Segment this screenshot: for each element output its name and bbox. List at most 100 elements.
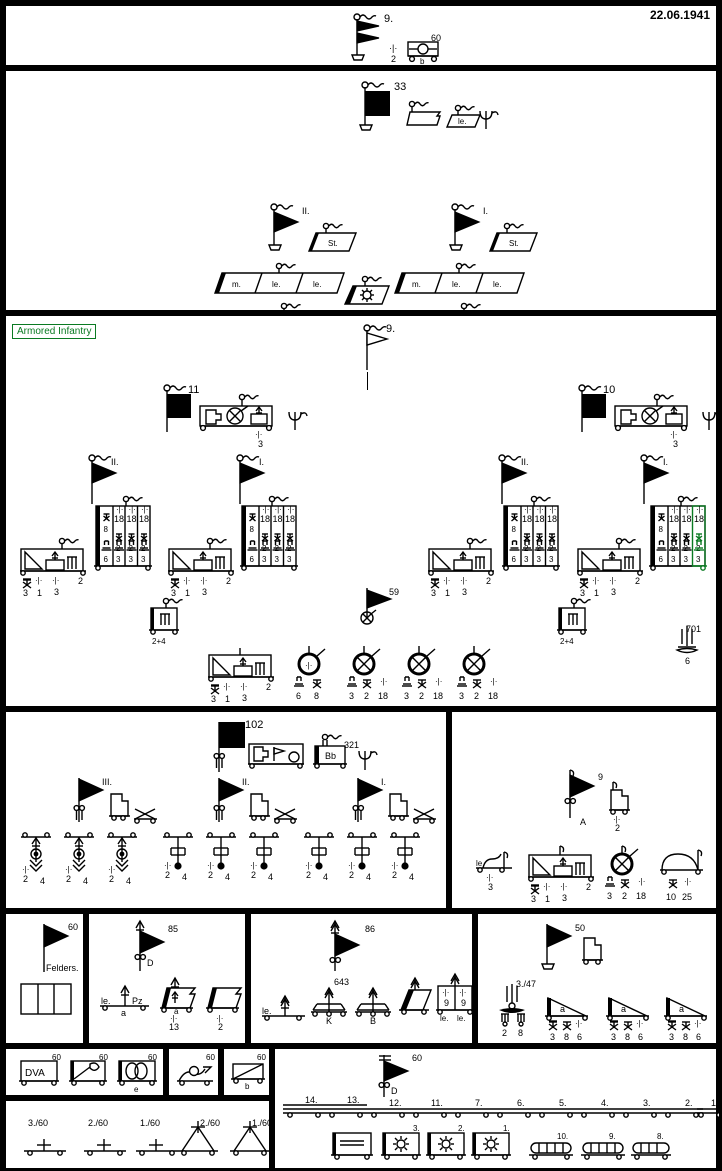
rgt10-hq-halftrack: [611, 393, 693, 436]
rgt11-signals-antenna-icon: [284, 408, 310, 434]
svg-text:le.: le.: [457, 1014, 465, 1023]
rgt10-heavy-company-label: 2+4: [560, 637, 574, 646]
svg-text:2: 2: [23, 874, 28, 884]
at50-number: 50: [575, 923, 586, 933]
svg-text:3: 3: [531, 894, 536, 904]
svg-text:2: 2: [226, 576, 231, 586]
svg-text:18: 18: [114, 514, 124, 524]
svg-text:3: 3: [580, 588, 585, 598]
eng85-number: 85: [168, 924, 179, 934]
svg-text:18: 18: [669, 514, 679, 524]
svg-text:le.: le.: [313, 280, 321, 289]
rgt10-hq-sub-num: 3: [673, 439, 679, 449]
svg-text:8: 8: [625, 1032, 630, 1042]
svg-text:·|·: ·|·: [549, 505, 556, 514]
svg-text:6.: 6.: [517, 1098, 525, 1108]
section-medical-60: 3./60 2./60 1./60 2./60 1./60: [3, 1098, 272, 1168]
aa59-battery-3: 3 2 ·|· 18: [401, 644, 459, 702]
svg-text:·|·: ·|·: [391, 861, 398, 870]
svg-text:6: 6: [104, 555, 109, 564]
svc-mp-number: 60: [257, 1053, 266, 1062]
svg-text:·|·: ·|·: [636, 1019, 643, 1028]
svg-text:a: a: [560, 1004, 565, 1014]
svg-text:·|·: ·|·: [141, 505, 148, 514]
svg-text:7.: 7.: [475, 1098, 483, 1108]
svg-text:2: 2: [306, 870, 311, 880]
svg-text:St.: St.: [509, 239, 519, 248]
recon-flag-sub-dots: ·|·: [389, 43, 398, 53]
br86-bridge-K: K: [307, 982, 355, 1026]
svg-text:13.: 13.: [347, 1095, 360, 1105]
svg-text:·|·: ·|·: [459, 988, 466, 997]
svg-text:·|·: ·|·: [537, 505, 544, 514]
svg-text:2.: 2.: [685, 1098, 693, 1108]
svg-text:·|·: ·|·: [240, 682, 247, 691]
svg-text:6: 6: [659, 555, 664, 564]
svg-text:3: 3: [696, 555, 701, 564]
rgt10-heavy-company: [554, 597, 592, 640]
svg-text:·|·: ·|·: [129, 505, 136, 514]
svg-text:1: 1: [37, 588, 42, 598]
svg-text:2: 2: [109, 874, 114, 884]
svg-text:·|·: ·|·: [684, 877, 691, 886]
rgt11-bn2-support-vals: 3 ·|· 1 ·|· 3 2: [18, 574, 92, 598]
rgt11-bn2-roman: II.: [111, 457, 119, 467]
supply60-workshop-0: [330, 1131, 378, 1165]
supply60-columns-row: 14. 13. 12. 11. 7. 6. 5. 4. 3. 2. 1.: [277, 1095, 719, 1129]
svg-text:8: 8: [104, 525, 109, 534]
rgt33-number: 33: [394, 81, 407, 93]
aa59-battery-2: 3 2 ·|· 18: [346, 644, 404, 702]
art102-bn1-roman: I.: [381, 777, 387, 787]
svg-text:2: 2: [486, 576, 491, 586]
rgt10-bn1-roman: I.: [663, 457, 669, 467]
svg-text:3: 3: [116, 555, 121, 564]
flak9-number: 9: [598, 772, 604, 782]
aa59-battery-4: 3 2 ·|· 18: [456, 644, 514, 702]
br86-pioneer-company: [397, 974, 437, 1022]
svg-text:e: e: [134, 1085, 139, 1094]
supply60-workshop-3-label: 3.: [413, 1124, 420, 1133]
svg-text:·|·: ·|·: [275, 505, 282, 514]
svg-text:3: 3: [404, 691, 409, 701]
svg-text:·|·: ·|·: [443, 576, 450, 585]
date-label: 22.06.1941: [649, 8, 710, 22]
svg-text:4: 4: [83, 876, 88, 886]
supply60-fuel-9: [580, 1139, 630, 1167]
at50-company-1: a 3 8 ·|· 6: [542, 994, 598, 1042]
svg-text:·|·: ·|·: [108, 865, 115, 874]
br86-bridge-columns: ·|· 9 ·|· 9 le. le.: [433, 972, 481, 1024]
svg-text:18: 18: [547, 514, 557, 524]
svg-text:·|·: ·|·: [592, 576, 599, 585]
svg-text:·|·: ·|·: [575, 1019, 582, 1028]
svg-text:·|·: ·|·: [262, 505, 269, 514]
med-3-60-label: 3./60: [28, 1118, 49, 1128]
rgt33-bn1-roman: I.: [483, 206, 489, 216]
svg-text:3: 3: [242, 693, 247, 703]
recon-flag-number: 9.: [384, 13, 394, 25]
art102-bn3-roman: III.: [102, 777, 113, 787]
svg-text:le.: le.: [440, 1014, 448, 1023]
art102-antenna-icon: [354, 748, 380, 774]
svg-text:4: 4: [268, 872, 273, 882]
svg-text:3: 3: [611, 587, 616, 597]
svg-text:·|·: ·|·: [183, 576, 190, 585]
recon-car-number: 60: [431, 33, 442, 43]
svg-text:a: a: [621, 1004, 626, 1014]
svg-text:18: 18: [522, 514, 532, 524]
svg-text:8: 8: [659, 525, 664, 534]
svg-text:4: 4: [126, 876, 131, 886]
svg-text:2: 2: [615, 823, 620, 833]
felders60-companies-block: [19, 982, 75, 1016]
recon-flag-group: [350, 13, 411, 63]
supply60-workshop-1: [470, 1131, 518, 1165]
section-supply-60: 60 D 14. 13. 12. 11. 7. 6. 5. 4. 3. 2. 1…: [272, 1046, 719, 1168]
svg-text:le.: le.: [452, 280, 460, 289]
recon-car-sub: b: [420, 57, 425, 66]
section-armored-infantry: Armored Infantry 9. 11 ·|· 3 II. 8 6 ·|·…: [3, 313, 719, 709]
svg-text:3: 3: [459, 691, 464, 701]
section-engineer-85: 85 D le. Pz a a ·|· 13 ·|· 2: [86, 911, 248, 1046]
eng85-company-1: a ·|· 13: [157, 974, 205, 1032]
rgt11-heavy-company-label: 2+4: [152, 637, 166, 646]
at50-truck: [581, 936, 613, 972]
rgt11-bn1-roman: I.: [259, 457, 265, 467]
